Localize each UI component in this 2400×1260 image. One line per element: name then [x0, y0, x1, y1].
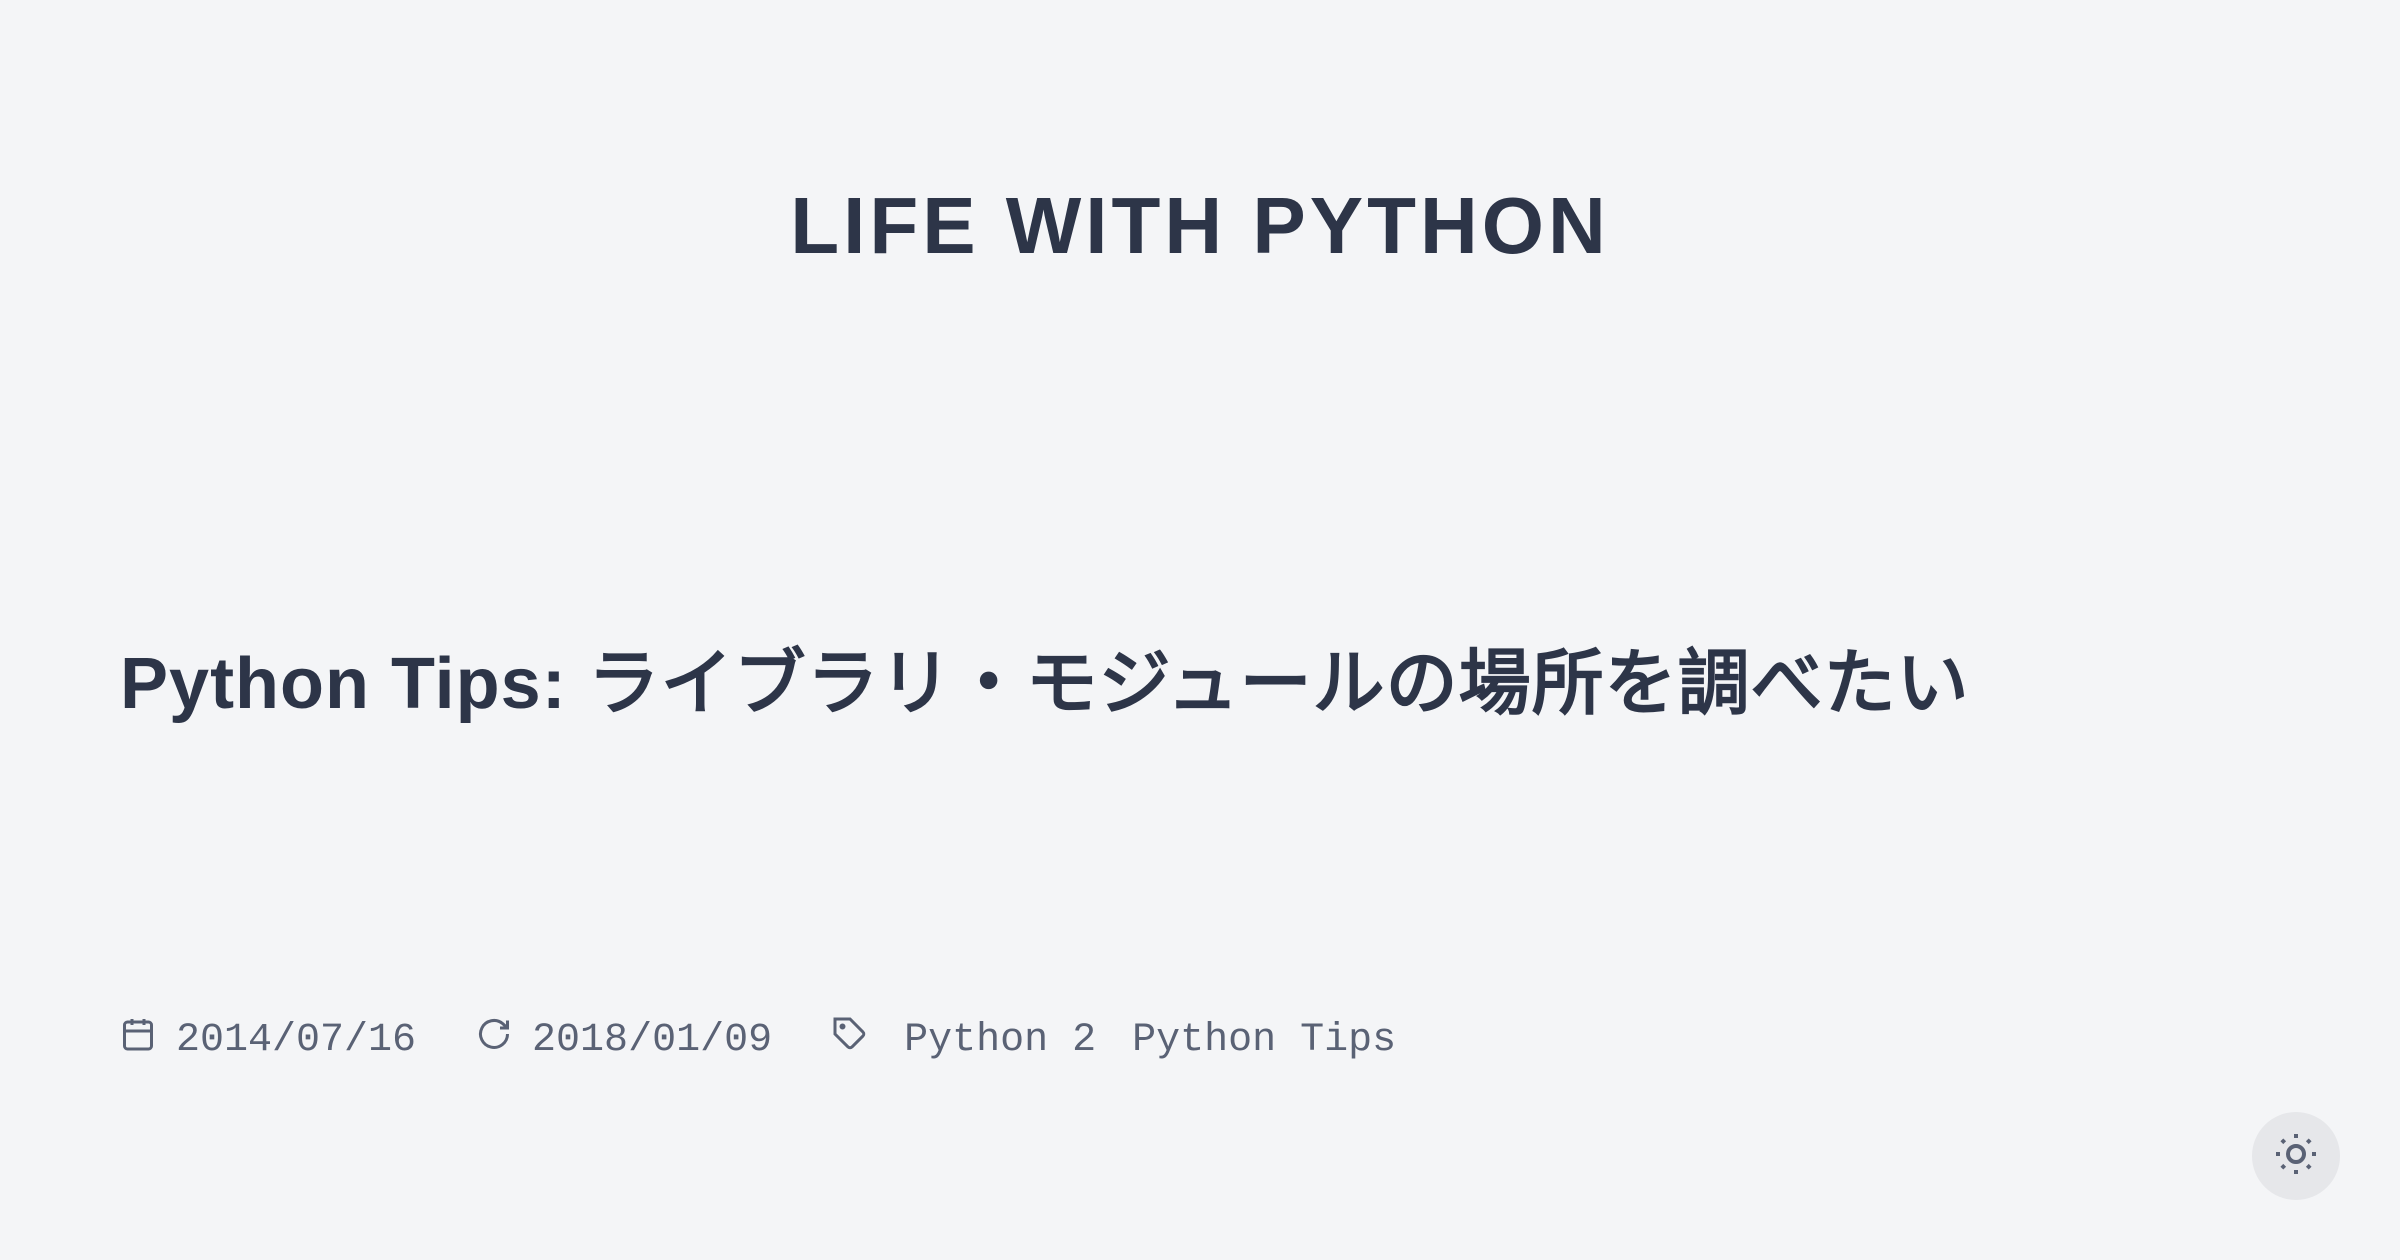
- sun-icon: [2272, 1130, 2320, 1183]
- site-title[interactable]: LIFE WITH PYTHON: [120, 180, 2280, 272]
- tags-list: Python 2 Python Tips: [832, 1016, 1396, 1065]
- refresh-icon: [476, 1016, 512, 1065]
- tag-link[interactable]: Python 2: [904, 1018, 1096, 1063]
- updated-date: 2018/01/09: [532, 1018, 772, 1063]
- article-title: Python Tips: ライブラリ・モジュールの場所を調べたい: [120, 632, 2280, 736]
- calendar-icon: [120, 1016, 156, 1065]
- tag-link[interactable]: Python Tips: [1132, 1018, 1396, 1063]
- published-date: 2014/07/16: [176, 1018, 416, 1063]
- article-meta: 2014/07/16 2018/01/09 Python 2 Python Ti…: [120, 1016, 2280, 1065]
- published-date-item: 2014/07/16: [120, 1016, 416, 1065]
- theme-toggle-button[interactable]: [2252, 1112, 2340, 1200]
- tag-icon: [832, 1016, 868, 1065]
- updated-date-item: 2018/01/09: [476, 1016, 772, 1065]
